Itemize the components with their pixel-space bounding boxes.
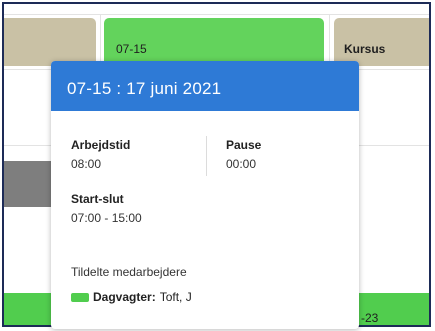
- shift-cell-gray[interactable]: [4, 161, 56, 207]
- shift-details-popover: 07-15 : 17 juni 2021 Arbejdstid 08:00 Pa…: [51, 61, 359, 329]
- employee-name: Toft, J: [159, 290, 192, 304]
- grid-line: [4, 14, 429, 15]
- pause-label: Pause: [226, 138, 262, 152]
- shift-cell-07-15[interactable]: 07-15: [104, 18, 324, 66]
- shift-cell-label: -23: [361, 311, 379, 325]
- employee-row: Dagvagter: Toft, J: [71, 290, 192, 304]
- shift-cell-label: 07-15: [116, 42, 147, 56]
- divider: [206, 136, 207, 176]
- shift-cell-tan[interactable]: [4, 18, 96, 66]
- work-time-value: 08:00: [71, 157, 102, 171]
- popover-title: 07-15 : 17 juni 2021: [67, 79, 222, 98]
- employee-role: Dagvagter:: [93, 290, 156, 304]
- start-end-value: 07:00 - 15:00: [71, 211, 142, 225]
- popover-header: 07-15 : 17 juni 2021: [51, 61, 359, 111]
- work-time-label: Arbejdstid: [71, 138, 131, 152]
- start-end-label: Start-slut: [71, 192, 124, 206]
- shift-type-color-swatch: [71, 292, 89, 302]
- assigned-employees-label: Tildelte medarbejdere: [71, 265, 187, 279]
- pause-value: 00:00: [226, 157, 257, 171]
- shift-cell-kursus[interactable]: Kursus: [334, 18, 429, 66]
- shift-cell-label: Kursus: [344, 42, 386, 56]
